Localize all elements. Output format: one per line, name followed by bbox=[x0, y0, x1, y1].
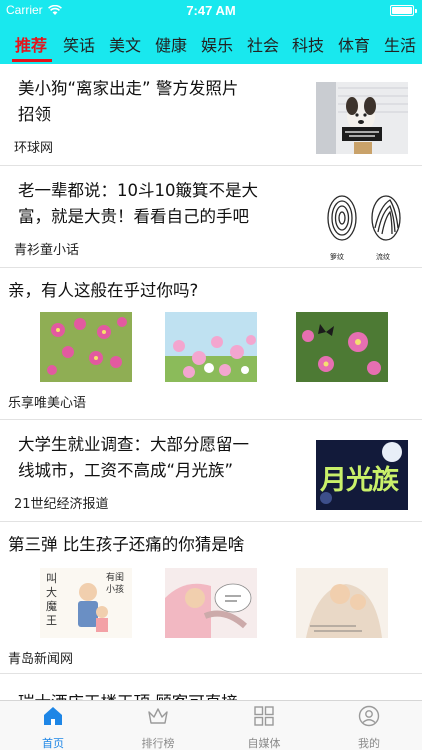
tab-ranking[interactable]: 排行榜 bbox=[105, 701, 211, 750]
news-title-line: 招领 bbox=[18, 105, 51, 124]
news-item[interactable]: 亲，有人这般在乎过你吗? 乐享唯美心语 bbox=[0, 268, 422, 420]
news-source: 21世纪经济报道 bbox=[14, 497, 109, 512]
battery-icon bbox=[390, 5, 417, 16]
tab-label: 自媒体 bbox=[247, 737, 281, 750]
moonlight-clan-text: 月光族 bbox=[320, 465, 399, 496]
tab-we-media[interactable]: 自媒体 bbox=[211, 701, 317, 750]
channel-tab-health[interactable]: 健康 bbox=[155, 32, 187, 56]
channel-tab-recommend[interactable]: 推荐 bbox=[15, 32, 47, 56]
news-item[interactable]: 老一辈都说：10斗10簸箕不是大 富，就是大贵！看看自己的手吧 青衫童小话 箩纹… bbox=[0, 166, 422, 268]
news-source: 青岛新闻网 bbox=[8, 652, 74, 667]
channel-tab-essays[interactable]: 美文 bbox=[109, 32, 141, 56]
news-item[interactable]: 第三弹 比生孩子还痛的你猜是啥 叫大魔王 有闺小孩 青岛新闻网 bbox=[0, 522, 422, 674]
clock: 7:47 AM bbox=[186, 3, 236, 18]
news-image bbox=[165, 312, 257, 382]
tab-home[interactable]: 首页 bbox=[0, 701, 106, 750]
pink-flowers-image bbox=[40, 312, 132, 382]
news-source: 环球网 bbox=[14, 141, 54, 156]
news-title: 老一辈都说：10斗10簸箕不是大 富，就是大贵！看看自己的手吧 bbox=[18, 178, 258, 230]
comic-mother-baby-image bbox=[165, 568, 257, 638]
news-image bbox=[296, 568, 388, 638]
cosmos-flowers-image bbox=[165, 312, 257, 382]
channel-tab-sports[interactable]: 体育 bbox=[338, 32, 370, 56]
grid-icon bbox=[254, 706, 274, 726]
status-bar: Carrier 7:47 AM bbox=[0, 0, 422, 22]
news-item[interactable]: 美小狗“离家出走” 警方发照片 招领 环球网 bbox=[0, 64, 422, 166]
tab-label: 我的 bbox=[358, 737, 380, 750]
fingerprint-label: 流纹 bbox=[376, 253, 390, 261]
channel-tab-jokes[interactable]: 笑话 bbox=[63, 32, 95, 56]
comic-hug-image bbox=[296, 568, 388, 638]
news-thumbnail bbox=[316, 82, 408, 154]
fingerprint-label: 箩纹 bbox=[330, 253, 344, 261]
channel-tab-tech[interactable]: 科技 bbox=[292, 32, 324, 56]
news-thumbnail: 箩纹 流纹 bbox=[318, 188, 410, 264]
news-source: 青衫童小话 bbox=[14, 243, 80, 258]
tab-me[interactable]: 我的 bbox=[316, 701, 422, 750]
news-title: 亲，有人这般在乎过你吗? bbox=[8, 281, 199, 300]
comic-caption: 有闺小孩 bbox=[106, 573, 125, 595]
news-image: 叫大魔王 有闺小孩 bbox=[40, 568, 132, 638]
channel-tab-life[interactable]: 生活 bbox=[384, 32, 416, 56]
news-title: 瑞士酒店天楼天顶 顾客可直接 bbox=[18, 690, 238, 700]
tab-label: 首页 bbox=[42, 737, 64, 750]
fingerprint-image bbox=[327, 195, 401, 241]
news-title-line: 大学生就业调查：大部分愿留一 bbox=[18, 435, 249, 454]
news-thumbnail: 月光族 bbox=[316, 440, 408, 510]
news-title-line: 老一辈都说：10斗10簸箕不是大 bbox=[18, 181, 258, 200]
dog-mugshot-image bbox=[316, 82, 408, 154]
news-item[interactable]: 大学生就业调查：大部分愿留一 线城市，工资不高成“月光族” 21世纪经济报道 月… bbox=[0, 420, 422, 522]
news-title: 第三弹 比生孩子还痛的你猜是啥 bbox=[8, 535, 245, 554]
channel-tab-entertainment[interactable]: 娱乐 bbox=[201, 32, 233, 56]
tab-label: 排行榜 bbox=[141, 737, 175, 750]
butterfly-flowers-image bbox=[296, 312, 388, 382]
news-image bbox=[165, 568, 257, 638]
news-title: 大学生就业调查：大部分愿留一 线城市，工资不高成“月光族” bbox=[18, 432, 249, 484]
crown-icon bbox=[148, 708, 168, 724]
home-icon bbox=[44, 707, 62, 725]
active-channel-indicator bbox=[12, 59, 52, 62]
news-title-line: 线城市，工资不高成“月光族” bbox=[18, 461, 234, 480]
bottom-tab-bar: 首页 排行榜 自媒体 我的 bbox=[0, 700, 422, 750]
channel-tab-society[interactable]: 社会 bbox=[247, 32, 279, 56]
news-title-line: 美小狗“离家出走” 警方发照片 bbox=[18, 79, 239, 98]
news-image bbox=[40, 312, 132, 382]
news-feed[interactable]: 美小狗“离家出走” 警方发照片 招领 环球网 老一辈都说：10斗10簸箕不是大 … bbox=[0, 64, 422, 700]
news-item[interactable]: 瑞士酒店天楼天顶 顾客可直接 bbox=[0, 674, 422, 700]
profile-icon bbox=[358, 705, 380, 727]
news-title-line: 富，就是大贵！看看自己的手吧 bbox=[18, 207, 249, 226]
news-source: 乐享唯美心语 bbox=[8, 396, 87, 411]
channel-bar: 推荐 笑话 美文 健康 娱乐 社会 科技 体育 生活 bbox=[0, 22, 422, 64]
news-image bbox=[296, 312, 388, 382]
news-title: 美小狗“离家出走” 警方发照片 招领 bbox=[18, 76, 238, 128]
